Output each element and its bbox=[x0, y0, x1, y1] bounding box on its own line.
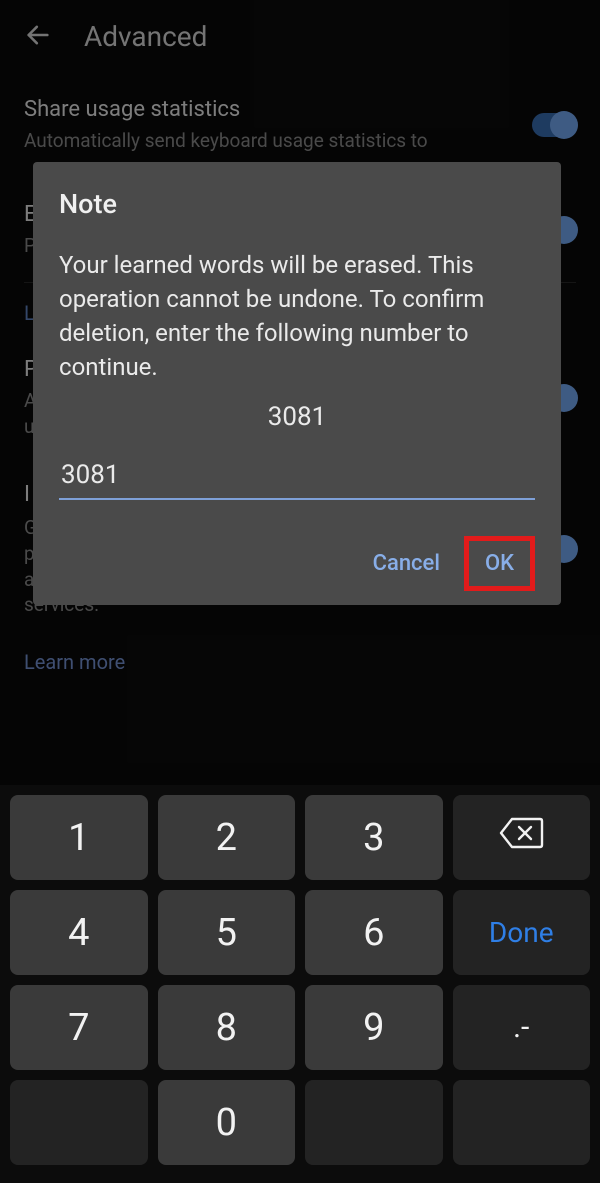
key-dot-dash[interactable]: .- bbox=[453, 985, 591, 1070]
cancel-button[interactable]: Cancel bbox=[359, 541, 454, 586]
key-7[interactable]: 7 bbox=[10, 985, 148, 1070]
dialog-body: Your learned words will be erased. This … bbox=[59, 248, 535, 384]
dialog-actions: Cancel OK bbox=[59, 536, 535, 591]
dialog-confirmation-number: 3081 bbox=[59, 402, 535, 432]
key-6[interactable]: 6 bbox=[305, 890, 443, 975]
key-empty-left[interactable] bbox=[10, 1080, 148, 1165]
dialog-title: Note bbox=[59, 188, 535, 220]
ok-button[interactable]: OK bbox=[477, 547, 522, 580]
key-2[interactable]: 2 bbox=[158, 795, 296, 880]
key-empty-bottom-right[interactable] bbox=[453, 1080, 591, 1165]
backspace-icon bbox=[498, 815, 544, 861]
confirmation-input[interactable] bbox=[59, 456, 535, 500]
key-8[interactable]: 8 bbox=[158, 985, 296, 1070]
ok-highlight: OK bbox=[464, 536, 535, 591]
key-1[interactable]: 1 bbox=[10, 795, 148, 880]
key-0[interactable]: 0 bbox=[158, 1080, 296, 1165]
key-5[interactable]: 5 bbox=[158, 890, 296, 975]
key-4[interactable]: 4 bbox=[10, 890, 148, 975]
key-9[interactable]: 9 bbox=[305, 985, 443, 1070]
numeric-keyboard: 1 2 3 4 5 6 Done 7 8 9 .- 0 bbox=[0, 785, 600, 1183]
key-backspace[interactable] bbox=[453, 795, 591, 880]
key-3[interactable]: 3 bbox=[305, 795, 443, 880]
confirm-dialog: Note Your learned words will be erased. … bbox=[33, 162, 561, 605]
key-done[interactable]: Done bbox=[453, 890, 591, 975]
key-empty-right[interactable] bbox=[305, 1080, 443, 1165]
